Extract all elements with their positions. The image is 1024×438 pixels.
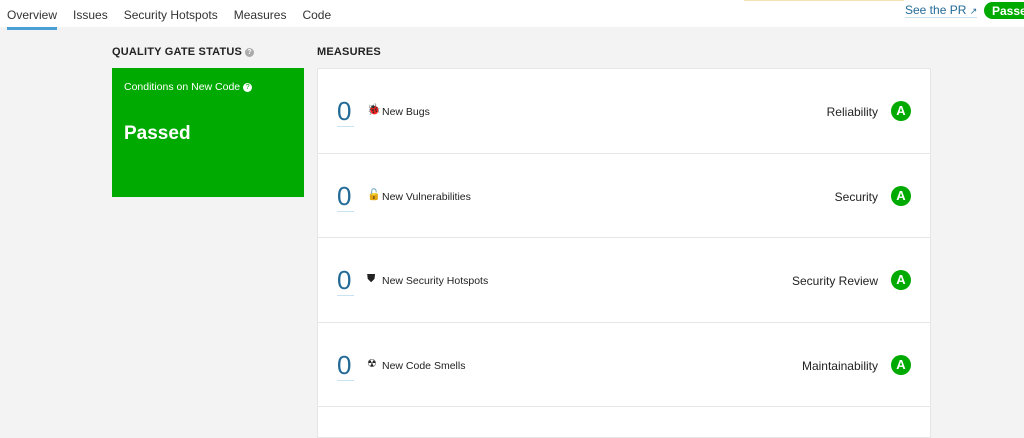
rating-badge[interactable]: A [891, 185, 911, 206]
quality-gate-panel: Conditions on New Code? Passed [112, 68, 304, 197]
help-icon[interactable]: ? [243, 83, 253, 92]
measure-category: Security Review [791, 274, 878, 288]
quality-gate-status: Passed [124, 123, 191, 144]
measure-value[interactable]: 0 [337, 350, 354, 381]
code-smell-icon: ☢ [367, 357, 377, 370]
see-pr-label: See the PR [905, 3, 967, 17]
measure-row-vulnerabilities: 0 🔓 New Vulnerabilities Security A [318, 154, 930, 238]
unlock-icon: 🔓 [367, 188, 381, 201]
tab-overview[interactable]: Overview [7, 8, 58, 30]
shield-icon: ⛊ [367, 273, 376, 285]
quality-gate-heading-text: QUALITY GATE STATUS [112, 46, 243, 58]
conditions-label: Conditions on New Code? [124, 81, 253, 93]
help-icon[interactable]: ? [245, 48, 255, 57]
measure-label: New Security Hotspots [382, 275, 489, 287]
warning-strip [744, 0, 904, 1]
measures-panel: 0 🐞 New Bugs Reliability A 0 🔓 New Vulne… [317, 68, 931, 438]
top-nav: Overview Issues Security Hotspots Measur… [0, 0, 1024, 30]
measure-label: New Code Smells [382, 359, 466, 372]
external-link-icon: ↗ [969, 6, 978, 16]
tab-security-hotspots[interactable]: Security Hotspots [124, 8, 218, 30]
rating-badge[interactable]: A [891, 101, 911, 121]
tabs: Overview Issues Security Hotspots Measur… [7, 8, 331, 30]
tab-issues[interactable]: Issues [73, 8, 108, 30]
measure-category: Reliability [826, 105, 878, 119]
bug-icon: 🐞 [367, 104, 381, 116]
measure-value[interactable]: 0 [337, 265, 354, 296]
tab-code[interactable]: Code [302, 8, 331, 30]
conditions-text: Conditions on New Code [124, 81, 241, 93]
see-pr-link[interactable]: See the PR ↗ [905, 3, 978, 18]
measure-row-hotspots: 0 ⛊ New Security Hotspots Security Revie… [318, 238, 930, 323]
measure-label: New Vulnerabilities [382, 190, 471, 203]
status-badge: Passed [984, 2, 1024, 19]
rating-badge[interactable]: A [891, 354, 911, 375]
tab-measures[interactable]: Measures [234, 8, 287, 30]
measure-row-bugs: 0 🐞 New Bugs Reliability A [318, 69, 930, 154]
measure-category: Security [834, 189, 878, 204]
measure-value[interactable]: 0 [337, 181, 354, 212]
measure-row-code-smells: 0 ☢ New Code Smells Maintainability A [318, 323, 930, 407]
measure-value[interactable]: 0 [337, 96, 354, 127]
measure-category: Maintainability [801, 358, 878, 373]
quality-gate-heading: QUALITY GATE STATUS? [112, 46, 255, 58]
measure-label: New Bugs [382, 106, 430, 118]
measures-heading: MEASURES [317, 46, 381, 58]
rating-badge[interactable]: A [891, 270, 911, 290]
